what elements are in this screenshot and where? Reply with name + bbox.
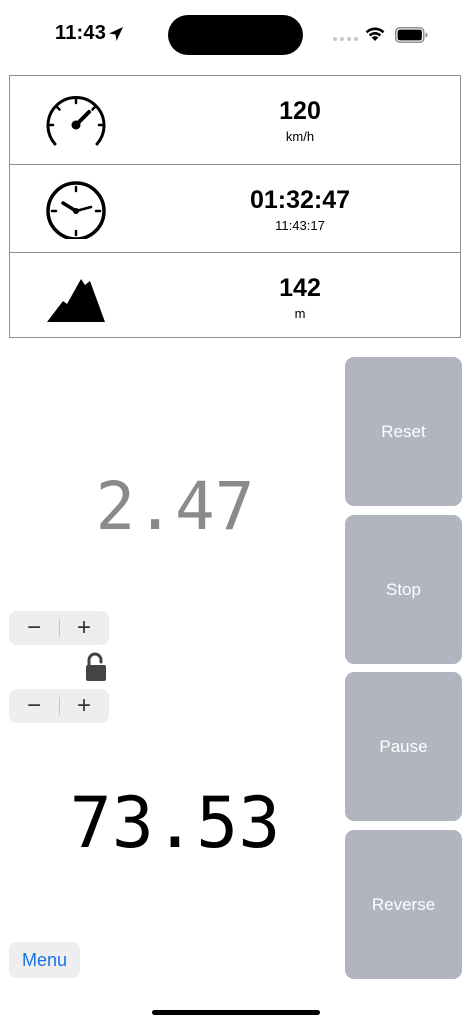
status-time: 11:43 [55,22,107,44]
pause-button[interactable]: Pause [345,672,462,821]
elapsed-time-value: 01:32:47 [249,186,351,214]
unlocked-padlock-icon[interactable] [85,652,107,682]
stop-button[interactable]: Stop [345,515,462,664]
upper-value-display: 2.47 [95,468,255,545]
altitude-row: 142 m [10,252,460,340]
reset-button[interactable]: Reset [345,357,462,506]
clock-time-value: 11:43:17 [275,218,325,233]
lower-increment-button[interactable]: + [59,689,109,723]
clock-icon [46,181,106,239]
upper-increment-button[interactable]: + [59,611,109,645]
upper-stepper: − + [9,611,109,645]
info-panel: 120 km/h 01:32:47 11:43:17 142 m [9,75,461,338]
battery-icon [395,27,428,43]
lower-stepper: − + [9,689,109,723]
time-row: 01:32:47 11:43:17 [10,164,460,252]
location-arrow-icon [109,27,123,41]
wifi-icon [365,27,385,41]
speed-unit: km/h [285,129,315,144]
upper-decrement-button[interactable]: − [9,611,59,645]
status-bar: 11:43 [0,0,471,70]
lower-decrement-button[interactable]: − [9,689,59,723]
altitude-value: 142 [279,274,321,302]
home-indicator[interactable] [152,1010,320,1015]
menu-button[interactable]: Menu [9,942,80,978]
altitude-unit: m [294,306,306,321]
speed-row: 120 km/h [10,76,460,164]
reverse-button[interactable]: Reverse [345,830,462,979]
mountain-icon [47,279,105,322]
cellular-signal-icon [333,37,358,41]
lower-value-display: 73.53 [69,782,281,864]
speed-value: 120 [279,97,321,125]
speedometer-icon [46,95,106,146]
dynamic-island [168,15,303,55]
